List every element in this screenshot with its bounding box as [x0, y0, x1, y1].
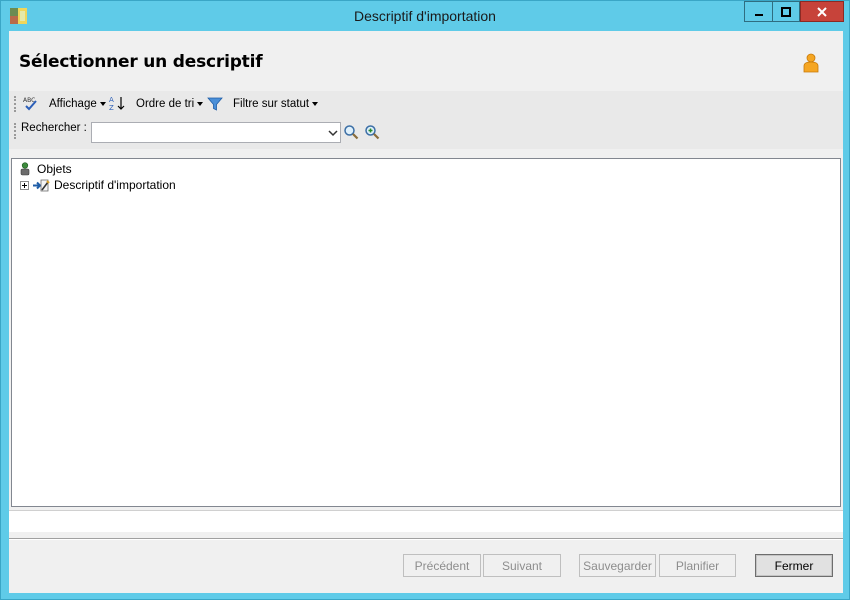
toolbar: ABC Affichage A Z Ordre de tri Filtre su: [9, 91, 843, 149]
client-area: Sélectionner un descriptif ABC Affichage…: [9, 31, 843, 593]
magnifier-icon[interactable]: [343, 124, 359, 140]
ordre-tri-menu[interactable]: Ordre de tri: [136, 95, 204, 113]
affichage-menu[interactable]: Affichage: [49, 95, 106, 113]
chevron-down-icon: [99, 102, 106, 106]
funnel-icon[interactable]: [207, 96, 223, 112]
search-dropdown-button[interactable]: [326, 123, 340, 142]
abc-check-icon[interactable]: ABC: [22, 95, 38, 111]
toolbar-grip[interactable]: [14, 96, 16, 112]
tree-node-label: Descriptif d'importation: [54, 178, 176, 192]
objects-tree[interactable]: Objets Descriptif d'importation: [11, 158, 841, 507]
chevron-down-icon: [328, 129, 338, 136]
tree-node-descriptif[interactable]: Descriptif d'importation: [20, 177, 176, 193]
application-window: Descriptif d'importation Sélectionner un…: [0, 0, 850, 600]
tree-root-label: Objets: [37, 162, 72, 176]
wizard-header: Sélectionner un descriptif: [9, 31, 843, 91]
toolbar-grip[interactable]: [14, 123, 16, 139]
chevron-down-icon: [312, 102, 319, 106]
search-input[interactable]: [92, 123, 326, 142]
close-window-button[interactable]: [800, 1, 844, 22]
minimize-icon: [754, 13, 763, 16]
maximize-icon: [781, 6, 791, 17]
save-button[interactable]: Sauvegarder: [579, 554, 656, 577]
svg-text:A: A: [109, 96, 114, 104]
minimize-button[interactable]: [744, 1, 772, 22]
page-title: Sélectionner un descriptif: [19, 52, 263, 72]
search-label: Rechercher :: [21, 122, 87, 134]
next-button[interactable]: Suivant: [483, 554, 561, 577]
ordre-tri-label: Ordre de tri: [136, 98, 195, 110]
user-icon: [803, 53, 819, 73]
objects-icon: [20, 162, 30, 176]
previous-button[interactable]: Précédent: [403, 554, 481, 577]
magnifier-plus-icon[interactable]: [364, 124, 380, 140]
status-strip: [9, 510, 843, 532]
close-button[interactable]: Fermer: [755, 554, 833, 577]
close-icon: [817, 6, 827, 17]
filtre-statut-menu[interactable]: Filtre sur statut: [233, 95, 319, 113]
import-descriptor-icon: [33, 179, 50, 191]
filtre-statut-label: Filtre sur statut: [233, 98, 310, 110]
affichage-label: Affichage: [49, 98, 97, 110]
svg-text:Z: Z: [109, 104, 114, 111]
title-bar[interactable]: Descriptif d'importation: [1, 1, 849, 31]
tree-root-objets[interactable]: Objets: [18, 161, 72, 177]
search-combobox[interactable]: [91, 122, 341, 143]
divider: [9, 538, 843, 540]
chevron-down-icon: [197, 102, 204, 106]
expand-plus-icon[interactable]: [20, 180, 29, 190]
window-title: Descriptif d'importation: [354, 8, 496, 24]
sort-az-icon[interactable]: A Z: [109, 95, 125, 111]
schedule-button[interactable]: Planifier: [659, 554, 736, 577]
maximize-button[interactable]: [772, 1, 800, 22]
